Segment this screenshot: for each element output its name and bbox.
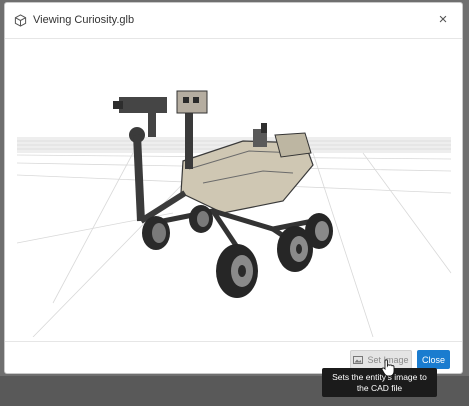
- close-icon[interactable]: ×: [434, 11, 452, 29]
- 3d-scene[interactable]: [13, 43, 455, 337]
- rover-model[interactable]: [113, 90, 333, 298]
- wheel: [305, 213, 333, 249]
- dialog-header: Viewing Curiosity.glb ×: [5, 3, 462, 39]
- wheel: [216, 244, 258, 298]
- cube-icon: [14, 14, 27, 27]
- image-icon: [353, 355, 364, 364]
- set-image-tooltip: Sets the entity's image to the CAD file: [322, 368, 437, 397]
- cad-viewer-dialog: Viewing Curiosity.glb × Set Image Close: [4, 2, 463, 374]
- wheel: [189, 205, 213, 233]
- dialog-title: Viewing Curiosity.glb: [33, 14, 135, 26]
- tooltip-text: Sets the entity's image to the CAD file: [332, 371, 427, 393]
- wheel: [142, 216, 170, 250]
- close-button[interactable]: Close: [417, 350, 450, 369]
- 3d-model-viewport[interactable]: [13, 43, 455, 337]
- close-button-label: Close: [421, 354, 445, 365]
- hand-cursor-icon: [381, 359, 395, 377]
